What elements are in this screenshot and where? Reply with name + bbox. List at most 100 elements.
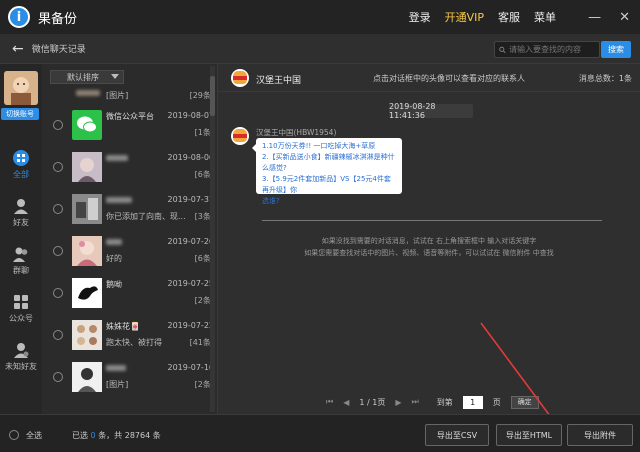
chat-panel: 汉堡王中国 点击对话框中的头像可以查看对应的联系人 消息总数：1条 2019-0…	[218, 64, 640, 414]
message-line: 1.10万份天券!! 一口吃掉大海+草原	[262, 142, 376, 150]
sidebar-item-label: 好友	[13, 218, 29, 227]
row-avatar	[72, 362, 102, 392]
list-item[interactable]: 2019-07-31 你已添加了向南、现... [3条]	[42, 189, 217, 231]
sender-avatar[interactable]	[231, 127, 249, 145]
goto-confirm-button[interactable]: 确定	[510, 395, 539, 409]
app-window: i 果备份 登录 开通VIP 客服 菜单 — ✕ ← 微信聊天记录 搜索 切换账…	[0, 0, 640, 452]
last-page-icon[interactable]: ⏭	[411, 397, 418, 407]
search-input[interactable]	[509, 45, 599, 54]
header-hint: 点击对话框中的头像可以查看对应的联系人	[373, 74, 525, 83]
message-total: 消息总数：1条	[578, 74, 632, 83]
sidebar-item-unknown-friends[interactable]: 未知好友	[0, 342, 42, 372]
row-checkbox[interactable]	[53, 204, 63, 214]
sidebar-item-label: 公众号	[9, 314, 33, 323]
row-name: 姝姝花🀄	[106, 322, 140, 331]
status-mid: 条，共	[98, 431, 123, 440]
sidebar-item-label: 未知好友	[5, 362, 37, 371]
switch-account-button[interactable]: 切换账号	[1, 108, 39, 120]
wechat-logo-icon	[72, 110, 102, 140]
row-avatar	[72, 152, 102, 182]
export-html-button[interactable]: 导出至HTML	[496, 424, 562, 446]
top-nav: 登录 开通VIP 客服 菜单	[409, 0, 556, 34]
page-title: 微信聊天记录	[31, 45, 86, 55]
list-item[interactable]: 鹅呦 2019-07-25 [2条]	[42, 273, 217, 315]
list-item[interactable]: 2019-08-06 [6条]	[42, 147, 217, 189]
goto-unit: 页	[492, 397, 501, 407]
first-page-icon[interactable]: ⏮	[326, 397, 333, 407]
row-date: 2019-07-25	[167, 279, 215, 288]
person-icon	[14, 199, 28, 214]
row-checkbox[interactable]	[53, 372, 63, 382]
selected-count: 0	[90, 431, 96, 440]
grid-icon	[13, 150, 29, 166]
window-controls: — ✕	[588, 0, 630, 34]
sender-name: 汉堡王中国(HBW1954)	[256, 128, 337, 137]
sidebar: 切换账号 全部 好友 群聊 公众号 未知好友	[0, 64, 42, 414]
message-bubble[interactable]: 1.10万份天券!! 一口吃掉大海+草原 2.【买新品送小食】新疆辣椒冰淇淋是种…	[252, 138, 402, 205]
search-button[interactable]: 搜索	[601, 41, 631, 58]
sidebar-item-groups[interactable]: 群聊	[0, 246, 42, 276]
vip-link[interactable]: 开通VIP	[445, 9, 484, 25]
prev-page-icon[interactable]: ◀	[343, 398, 349, 407]
divider	[262, 220, 602, 221]
row-date: 2019-08-06	[167, 153, 215, 162]
row-name: 鹅呦	[106, 280, 122, 289]
sidebar-item-label: 群聊	[13, 266, 29, 275]
next-page-icon[interactable]: ▶	[395, 398, 401, 407]
total-count: 28764	[124, 431, 151, 440]
row-message: 你已添加了向南、现...	[106, 212, 186, 221]
sidebar-item-friends[interactable]: 好友	[0, 198, 42, 228]
back-arrow-icon[interactable]: ←	[12, 41, 24, 57]
pagination: ⏮ ◀ 1 / 1页 ▶ ⏭ 到第 1 页 确定	[326, 395, 539, 409]
unknown-person-icon	[14, 343, 29, 358]
app-logo-icon: i	[8, 6, 30, 28]
row-message: 跑太快、被打得	[106, 338, 162, 347]
row-avatar	[72, 194, 102, 224]
row-checkbox[interactable]	[53, 162, 63, 172]
row-date: 2019-07-31	[167, 195, 215, 204]
row-name: 微信公众平台	[106, 112, 154, 121]
burger-king-logo-icon[interactable]	[231, 69, 249, 87]
close-icon[interactable]: ✕	[619, 10, 630, 25]
group-icon	[13, 247, 28, 262]
select-all-label[interactable]: 全选	[26, 430, 42, 441]
goto-page-input[interactable]: 1	[462, 395, 483, 409]
sidebar-item-all[interactable]: 全部	[0, 150, 42, 180]
row-checkbox[interactable]	[53, 330, 63, 340]
service-link[interactable]: 客服	[498, 9, 520, 25]
sidebar-item-official-accounts[interactable]: 公众号	[0, 294, 42, 324]
row-date: 2019-08-07	[167, 111, 215, 120]
row-avatar	[72, 320, 102, 350]
row-name-blurred	[106, 363, 126, 372]
selection-status: 已选 0 条，共 28764 条	[72, 430, 161, 441]
login-link[interactable]: 登录	[409, 9, 431, 25]
list-item[interactable]: 微信公众平台 2019-08-07 [1条]	[42, 105, 217, 147]
search-box	[494, 41, 600, 58]
row-checkbox[interactable]	[53, 246, 63, 256]
avatar[interactable]	[4, 71, 38, 105]
search-icon	[499, 46, 506, 53]
scrollbar-thumb[interactable]	[210, 76, 215, 116]
row-thumbnail	[76, 88, 100, 98]
message-line: 选谁?	[262, 197, 280, 205]
list-item[interactable]: 2019-07-26 好的 [6条]	[42, 231, 217, 273]
list-scrollbar[interactable]	[210, 66, 215, 412]
list-item[interactable]: 姝姝花🀄 2019-07-22 跑太快、被打得 [41条]	[42, 315, 217, 357]
list-item[interactable]: 2019-07-16 [图片] [2条]	[42, 357, 217, 399]
row-checkbox[interactable]	[53, 120, 63, 130]
menu-link[interactable]: 菜单	[534, 9, 556, 25]
status-prefix: 已选	[72, 431, 88, 440]
sidebar-item-label: 全部	[13, 170, 29, 179]
row-name-blurred	[106, 195, 132, 204]
attachment-tip: 如果您需要查找对话中的图片、视频、语音等附件，可以试试在 微信附件 中查找	[304, 249, 554, 257]
row-date: 2019-07-26	[167, 237, 215, 246]
export-csv-button[interactable]: 导出至CSV	[425, 424, 489, 446]
export-attachments-button[interactable]: 导出附件	[567, 424, 633, 446]
footer-bar: 全选 已选 0 条，共 28764 条 导出至CSV 导出至HTML 导出附件	[0, 414, 640, 452]
status-suffix: 条	[152, 431, 161, 440]
row-message: 好的	[106, 254, 122, 263]
row-checkbox[interactable]	[53, 288, 63, 298]
row-message: [图片]	[106, 91, 129, 100]
minimize-icon[interactable]: —	[588, 10, 601, 25]
select-all-checkbox[interactable]	[9, 430, 19, 440]
